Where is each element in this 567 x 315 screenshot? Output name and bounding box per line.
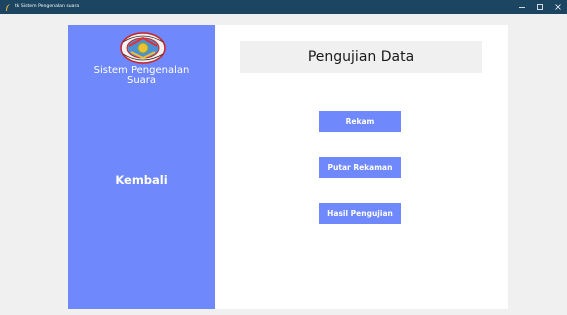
back-button[interactable]: Kembali xyxy=(68,173,215,187)
window-title: tk Sistem Pengenalan suara xyxy=(15,3,80,9)
page-title: Pengujian Data xyxy=(307,49,415,65)
app-logo xyxy=(119,32,167,64)
close-button[interactable] xyxy=(549,0,567,14)
app-title: Sistem Pengenalan Suara xyxy=(68,66,215,86)
page-header: Pengujian Data xyxy=(240,41,482,73)
sidebar: Sistem Pengenalan Suara Kembali xyxy=(68,25,215,309)
app-title-line2: Suara xyxy=(126,75,157,86)
record-button[interactable]: Rekam xyxy=(319,111,401,132)
feather-icon xyxy=(4,3,12,11)
test-results-button[interactable]: Hasil Pengujian xyxy=(319,203,401,224)
close-icon xyxy=(555,4,561,10)
maximize-button[interactable] xyxy=(531,0,549,14)
maximize-icon xyxy=(537,4,543,10)
minimize-icon xyxy=(519,7,525,8)
window-titlebar: tk Sistem Pengenalan suara xyxy=(0,0,567,14)
app-canvas: Sistem Pengenalan Suara Kembali Pengujia… xyxy=(68,25,508,309)
minimize-button[interactable] xyxy=(513,0,531,14)
play-recording-button[interactable]: Putar Rekaman xyxy=(319,157,401,178)
